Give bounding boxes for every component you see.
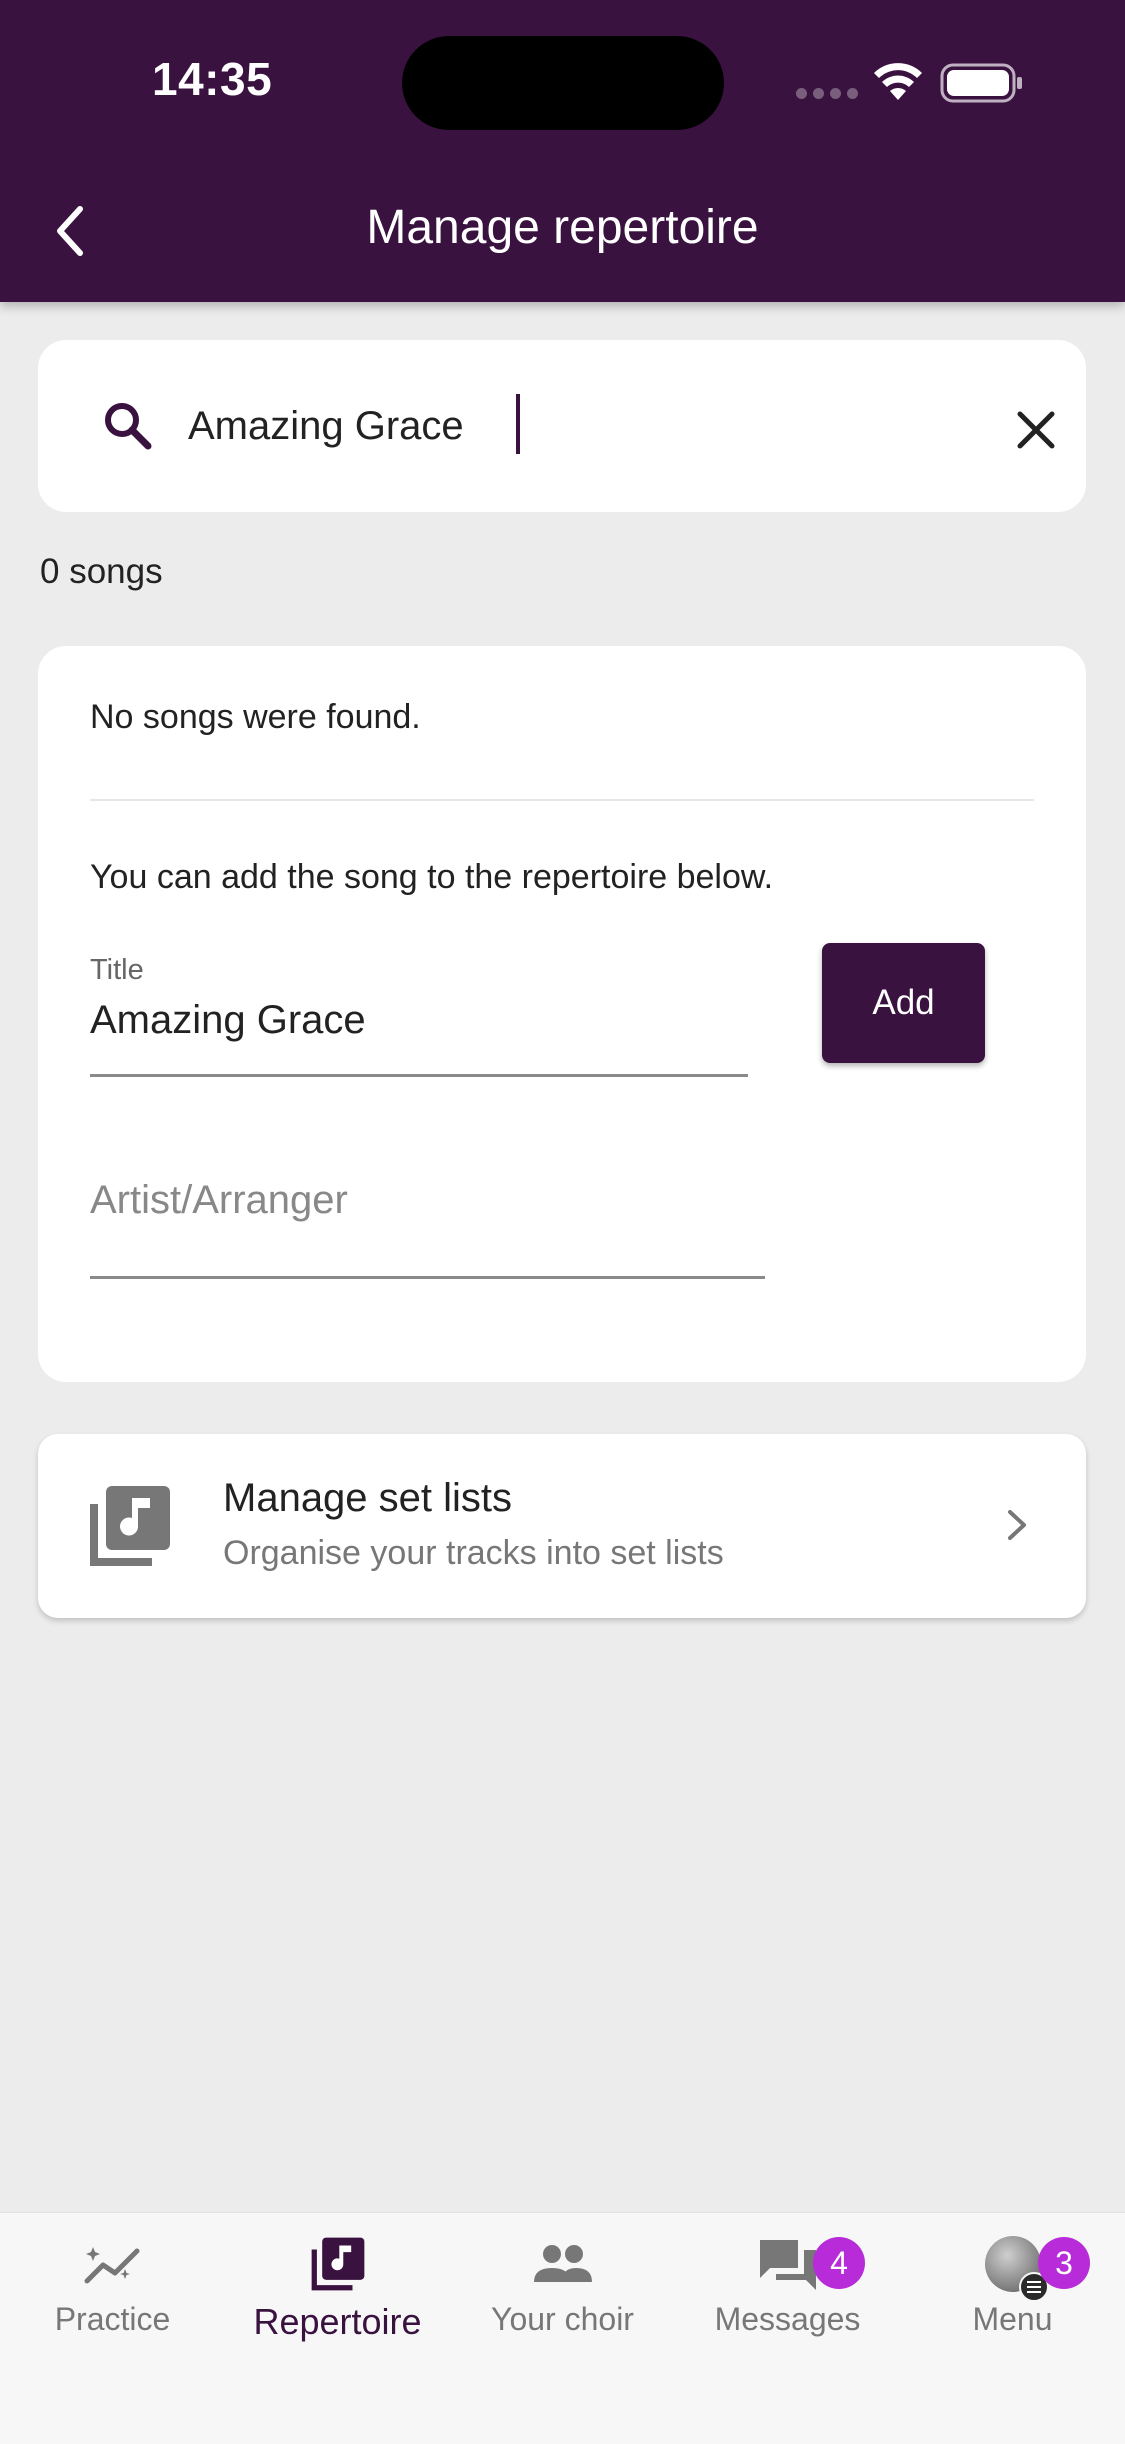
- divider: [90, 799, 1034, 801]
- clear-search-button[interactable]: [1012, 406, 1060, 459]
- nav-repertoire[interactable]: Repertoire: [225, 2231, 450, 2343]
- add-song-hint: You can add the song to the repertoire b…: [90, 858, 774, 896]
- title-field-underline: [90, 1074, 748, 1077]
- add-song-card: No songs were found. You can add the son…: [38, 646, 1086, 1382]
- nav-your-choir-label: Your choir: [491, 2301, 634, 2337]
- menu-badge: 3: [1038, 2237, 1090, 2289]
- manage-set-lists-title: Manage set lists: [223, 1476, 513, 1520]
- cellular-signal-icon: [796, 86, 864, 104]
- no-songs-message: No songs were found.: [90, 698, 421, 736]
- battery-icon: [940, 62, 1024, 109]
- nav-menu[interactable]: 3 Menu: [900, 2231, 1125, 2338]
- dynamic-island: [402, 36, 724, 130]
- messages-badge: 4: [813, 2237, 865, 2289]
- library-music-icon: [86, 1482, 174, 1575]
- app-bar: 14:35 Manage repertoire: [0, 0, 1125, 302]
- nav-practice-label: Practice: [54, 2301, 171, 2337]
- avatar: [984, 2236, 1049, 2302]
- song-count: 0 songs: [40, 552, 163, 591]
- search-input[interactable]: [188, 392, 988, 460]
- nav-messages[interactable]: 4 Messages: [675, 2231, 900, 2338]
- artist-field-placeholder[interactable]: Artist/Arranger: [90, 1178, 348, 1223]
- manage-set-lists-subtitle: Organise your tracks into set lists: [223, 1534, 724, 1572]
- wifi-icon: [872, 62, 924, 107]
- nav-your-choir[interactable]: Your choir: [450, 2231, 675, 2338]
- nav-menu-label: Menu: [972, 2301, 1053, 2337]
- search-icon: [98, 396, 158, 461]
- search-bar: [38, 340, 1086, 512]
- nav-messages-label: Messages: [714, 2301, 861, 2337]
- chevron-right-icon: [996, 1500, 1036, 1555]
- nav-repertoire-label: Repertoire: [253, 2301, 422, 2342]
- artist-field-underline: [90, 1276, 765, 1279]
- practice-icon: [0, 2231, 225, 2297]
- repertoire-icon: [225, 2231, 450, 2297]
- text-cursor: [516, 394, 520, 454]
- nav-practice[interactable]: Practice: [0, 2231, 225, 2338]
- manage-set-lists-item[interactable]: Manage set lists Organise your tracks in…: [38, 1434, 1086, 1618]
- choir-icon: [450, 2231, 675, 2297]
- status-time: 14:35: [152, 53, 273, 105]
- title-field-label: Title: [90, 954, 144, 986]
- page-title: Manage repertoire: [366, 201, 759, 254]
- close-icon: [1017, 411, 1055, 449]
- title-field-value[interactable]: Amazing Grace: [90, 998, 366, 1043]
- messages-icon: 4: [675, 2231, 900, 2297]
- add-song-button[interactable]: Add: [822, 943, 985, 1063]
- bottom-navigation: Practice Repertoire Your choir 4 Message…: [0, 2212, 1125, 2444]
